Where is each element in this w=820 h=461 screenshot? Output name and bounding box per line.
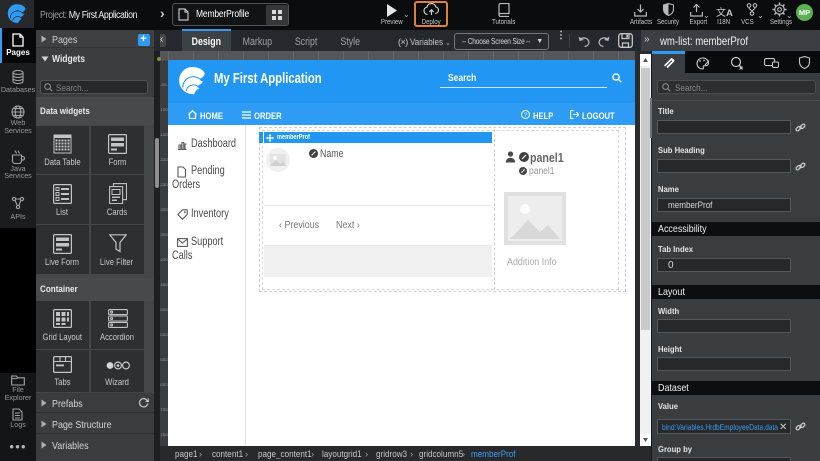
svg-text:?: ? <box>524 112 528 119</box>
